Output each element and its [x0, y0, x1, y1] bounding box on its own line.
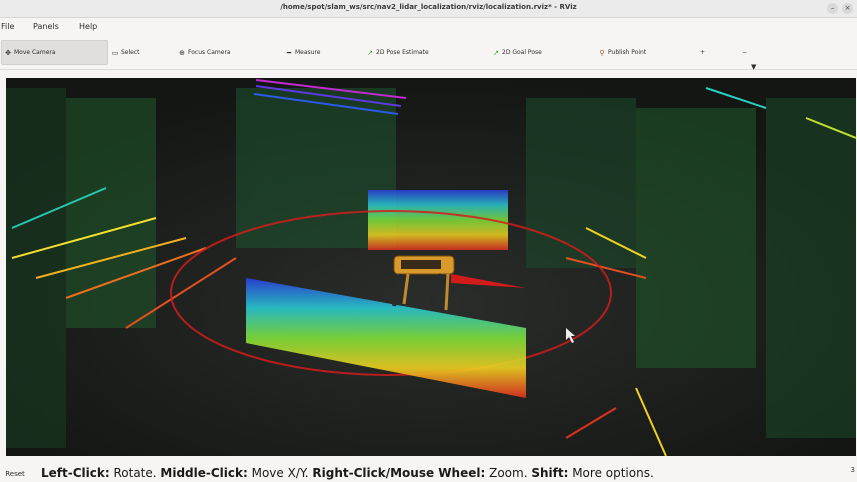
point-cloud-render: [6, 78, 856, 456]
status-bar: Reset Left-Click: Rotate. Middle-Click: …: [0, 463, 857, 482]
goal-pose-label: 2D Goal Pose: [502, 49, 542, 56]
add-tool-button[interactable]: +: [698, 40, 705, 65]
interaction-hint: Left-Click: Rotate. Middle-Click: Move X…: [41, 466, 654, 480]
hint-shift: Shift:: [531, 466, 569, 480]
menu-bar: File Panels Help: [0, 18, 857, 36]
pin-icon: ⚲: [599, 48, 605, 57]
select-icon: ▭: [111, 48, 119, 57]
measure-tool[interactable]: ━ Measure: [283, 40, 321, 65]
hint-zoom: Zoom.: [485, 466, 532, 480]
goal-arrow-icon: ↗: [493, 48, 499, 57]
focus-camera-label: Focus Camera: [188, 49, 231, 56]
move-camera-icon: ✥: [5, 48, 11, 57]
publish-point-tool[interactable]: ⚲ Publish Point: [596, 40, 646, 65]
3d-viewport[interactable]: [6, 78, 856, 456]
reset-button[interactable]: Reset: [0, 467, 30, 482]
move-camera-tool[interactable]: ✥ Move Camera: [1, 40, 108, 65]
menu-panels[interactable]: Panels: [33, 22, 59, 31]
pose-arrow-icon: ↗: [367, 48, 373, 57]
select-tool[interactable]: ▭ Select: [109, 40, 140, 65]
select-label: Select: [121, 49, 140, 56]
toolbar-dropdown-icon[interactable]: ▼: [749, 54, 756, 79]
hint-rotate: Rotate.: [109, 466, 161, 480]
tool-bar: ✥ Move Camera ▭ Select ⊕ Focus Camera ━ …: [0, 36, 857, 71]
window-title: /home/spot/slam_ws/src/nav2_lidar_locali…: [280, 3, 577, 11]
hint-middle-click: Middle-Click:: [160, 466, 248, 480]
menu-help[interactable]: Help: [79, 22, 97, 31]
pose-estimate-label: 2D Pose Estimate: [376, 49, 429, 56]
hint-left-click: Left-Click:: [41, 466, 110, 480]
focus-camera-tool[interactable]: ⊕ Focus Camera: [176, 40, 231, 65]
hint-more: More options.: [568, 466, 654, 480]
fps-indicator: 3: [850, 466, 855, 474]
measure-icon: ━: [286, 48, 292, 57]
menu-file[interactable]: File: [1, 22, 14, 31]
minimize-button[interactable]: –: [827, 3, 838, 14]
focus-camera-icon: ⊕: [179, 48, 185, 57]
publish-point-label: Publish Point: [608, 49, 647, 56]
hint-right-click: Right-Click/Mouse Wheel:: [312, 466, 486, 480]
pose-estimate-tool[interactable]: ↗ 2D Pose Estimate: [364, 40, 429, 65]
close-button[interactable]: ×: [842, 3, 853, 14]
remove-tool-button[interactable]: −: [740, 40, 747, 65]
measure-label: Measure: [295, 49, 321, 56]
hint-move: Move X/Y.: [247, 466, 313, 480]
title-bar: /home/spot/slam_ws/src/nav2_lidar_locali…: [0, 0, 857, 18]
move-camera-label: Move Camera: [14, 49, 56, 56]
goal-pose-tool[interactable]: ↗ 2D Goal Pose: [490, 40, 542, 65]
